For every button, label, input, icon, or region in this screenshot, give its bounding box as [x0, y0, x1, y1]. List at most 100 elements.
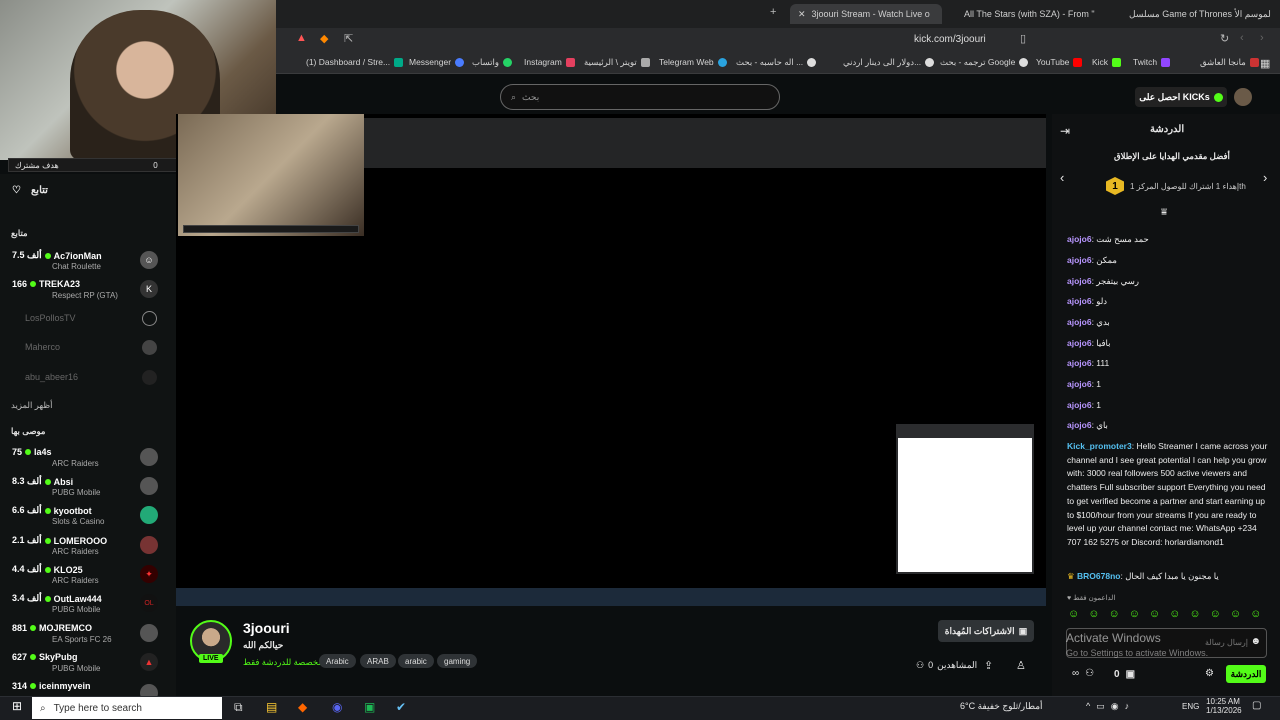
share-icon[interactable]: ⇪ — [984, 659, 993, 672]
bookmark-manga[interactable]: مانجا العاشق — [1200, 57, 1259, 68]
bookmarks-bar: (1) Dashboard / Stre... Messenger واتساب… — [276, 52, 1280, 74]
gear-icon[interactable]: ⚙ — [1205, 668, 1214, 679]
tab-spotify[interactable]: All The Stars (with SZA) - From " — [956, 4, 1106, 24]
collapse-chat-icon[interactable]: ⇥ — [1060, 124, 1070, 138]
bookmark-dashboard[interactable]: (1) Dashboard / Stre... — [306, 57, 404, 67]
brave-icon[interactable]: ◆ — [298, 700, 307, 714]
address-bar[interactable]: kick.com/3joouri — [914, 34, 986, 45]
gift-subs-button[interactable]: الاشتراكات المُهداة ▣ — [938, 620, 1034, 642]
sidebar-channel-skypubg[interactable]: 627 SkyPubg PUBG Mobile ▲ — [0, 649, 176, 677]
file-explorer-icon[interactable]: ▤ — [266, 700, 277, 714]
following-header[interactable]: ♡ تتابع — [12, 185, 48, 196]
task-view-icon[interactable]: ⧉ — [234, 700, 243, 715]
pinned-filter-icon[interactable]: ⩸ — [1161, 207, 1167, 218]
sidebar-channel-lomerooo[interactable]: 2.1 ألف LOMEROOO ARC Raiders — [0, 532, 176, 560]
get-kicks-button[interactable]: احصل على KICKs — [1135, 87, 1227, 107]
heart-icon: ♡ — [12, 185, 21, 196]
bookmark-whatsapp[interactable]: واتساب — [472, 57, 513, 68]
taskbar-search-input[interactable]: ⌕ Type here to search — [32, 697, 222, 719]
extension-icon[interactable]: ▲ — [296, 32, 307, 44]
windows-start-icon[interactable]: ⊞ — [12, 699, 22, 713]
bookmark-google-calc[interactable]: اله حاسبه - بحث ... — [736, 57, 817, 68]
share-icon[interactable]: ⇱ — [344, 32, 353, 45]
chat-message: ajojo6: 1 — [1067, 379, 1102, 389]
sidebar-channel-kyootbot[interactable]: 6.6 ألف kyootbot Slots & Casino — [0, 502, 176, 530]
tag-arabic-lower[interactable]: arabic — [398, 654, 434, 668]
users-icon[interactable]: ⚇ — [1085, 668, 1094, 679]
chevron-right-icon[interactable]: › — [1263, 170, 1267, 185]
bookmark-kick[interactable]: Kick — [1092, 57, 1122, 67]
back-icon[interactable]: ‹ — [1240, 32, 1244, 44]
search-icon: ⌕ — [40, 702, 46, 714]
emote-bar[interactable]: ☺☺☺☺☺☺☺☺☺☺ — [1068, 608, 1264, 620]
sidebar-channel-absi[interactable]: 8.3 ألف Absi PUBG Mobile — [0, 473, 176, 501]
steam-icon[interactable]: ✔ — [396, 700, 406, 714]
leaderboard-entry: إهداء 1 اشتراك للوصول المركز 1th — [1130, 182, 1246, 191]
bookmark-messenger[interactable]: Messenger — [409, 57, 465, 67]
channel-name[interactable]: 3joouri — [243, 620, 290, 636]
chat-message: ajojo6: باي — [1067, 420, 1108, 430]
show-more-link[interactable]: أظهر المزيد — [11, 400, 52, 411]
app-icon[interactable]: ▣ — [364, 700, 375, 714]
reload-icon[interactable]: ↻ — [1220, 32, 1229, 45]
chat-message: ajojo6: بدي — [1067, 317, 1110, 327]
sidebar-channel-la4s[interactable]: 75 la4s ARC Raiders — [0, 444, 176, 472]
sidebar-channel-maherco[interactable]: Maherco — [25, 342, 60, 352]
gift-icon: ▣ — [1125, 669, 1136, 680]
emoji-icon[interactable]: ☻ — [1250, 636, 1261, 647]
infinity-icon[interactable]: ∞ — [1072, 668, 1079, 679]
sidebar-channel-ac7ionman[interactable]: 7.5 ألف Ac7ionMan Chat Roulette ☺ — [0, 247, 176, 275]
tab-label: مسلسل Game of Thrones الموسم الأ — [1129, 8, 1271, 19]
sidebar-channel-iceinmyvein[interactable]: 314 iceinmyvein — [0, 678, 176, 696]
bookmark-twitter[interactable]: تويتر \ الرئيسية — [584, 57, 650, 68]
tag-gaming[interactable]: gaming — [437, 654, 478, 668]
chat-message: ajojo6: رسي بيتفجر — [1067, 276, 1139, 286]
brave-shield-icon[interactable]: ◆ — [320, 32, 328, 45]
tab-got[interactable]: مسلسل Game of Thrones الموسم الأ — [1121, 4, 1271, 24]
follow-icon[interactable]: ♙ — [1016, 659, 1026, 672]
avatar: K — [140, 280, 158, 298]
kicks-icon — [1213, 92, 1223, 102]
nested-browser-capture — [364, 118, 1046, 168]
apps-grid-icon[interactable]: ▦ — [1260, 57, 1270, 70]
avatar — [142, 340, 157, 355]
search-input[interactable]: ⌕ بحث — [500, 84, 780, 110]
stream-category[interactable]: مخصصة للدردشة فقط — [243, 657, 323, 668]
bookmark-twitch[interactable]: Twitch — [1133, 57, 1171, 67]
search-icon: ⌕ — [511, 91, 517, 102]
sidebar-channel-mojremco[interactable]: 881 MOJREMCO EA Sports FC 26 — [0, 620, 176, 648]
bookmark-icon[interactable]: ▯ — [1020, 32, 1026, 45]
bookmark-instagram[interactable]: Instagram — [524, 57, 575, 67]
bookmark-youtube[interactable]: YouTube — [1036, 57, 1083, 67]
clock[interactable]: 10:25 AM 1/13/2026 — [1206, 697, 1242, 715]
weather-widget[interactable]: 6°C أمطار/ثلوج خفيفة — [960, 701, 1043, 712]
activate-windows-title: Activate Windows — [1066, 631, 1161, 645]
new-tab-icon[interactable]: + — [770, 6, 776, 18]
tray-icons[interactable]: ^▭◉♪ — [1086, 701, 1135, 712]
tag-arabic[interactable]: Arabic — [319, 654, 356, 668]
tag-arab[interactable]: ARAB — [360, 654, 396, 668]
kicks-balance[interactable]: 0 ▣ — [1114, 669, 1135, 680]
avatar — [140, 448, 158, 466]
sidebar-channel-outlaw444[interactable]: 3.4 ألف OutLaw444 PUBG Mobile OL — [0, 590, 176, 618]
supporters-only-label: ♥ الداعمون فقط — [1067, 595, 1116, 602]
chevron-left-icon[interactable]: ‹ — [1060, 170, 1064, 185]
sidebar-channel-klo25[interactable]: 4.4 ألف KLO25 ARC Raiders ✦ — [0, 561, 176, 589]
tab-kick[interactable]: ✕ 3joouri Stream - Watch Live o — [790, 4, 942, 24]
user-avatar[interactable] — [1234, 88, 1252, 106]
search-placeholder: بحث — [522, 91, 540, 102]
discord-icon[interactable]: ◉ — [332, 700, 342, 714]
avatar — [140, 477, 158, 495]
sidebar-channel-abu-abeer16[interactable]: abu_abeer16 — [25, 372, 78, 382]
close-icon[interactable]: ✕ — [798, 9, 806, 20]
bookmark-dollar[interactable]: دولار الى دينار اردني... — [843, 57, 935, 68]
language-indicator[interactable]: ENG — [1182, 702, 1199, 711]
send-chat-button[interactable]: الدردشة — [1226, 665, 1266, 683]
avatar: OL — [140, 594, 158, 612]
bookmark-telegram[interactable]: Telegram Web — [659, 57, 727, 67]
sidebar-channel-treka23[interactable]: 166 TREKA23 Respect RP (GTA) K — [0, 276, 176, 304]
notification-icon[interactable]: ▢ — [1252, 700, 1261, 711]
bookmark-translate[interactable]: ترجمه - بحث Google — [940, 57, 1029, 68]
sidebar-channel-lospollostv[interactable]: LosPollosTV — [25, 313, 76, 323]
forward-icon[interactable]: › — [1260, 32, 1264, 44]
